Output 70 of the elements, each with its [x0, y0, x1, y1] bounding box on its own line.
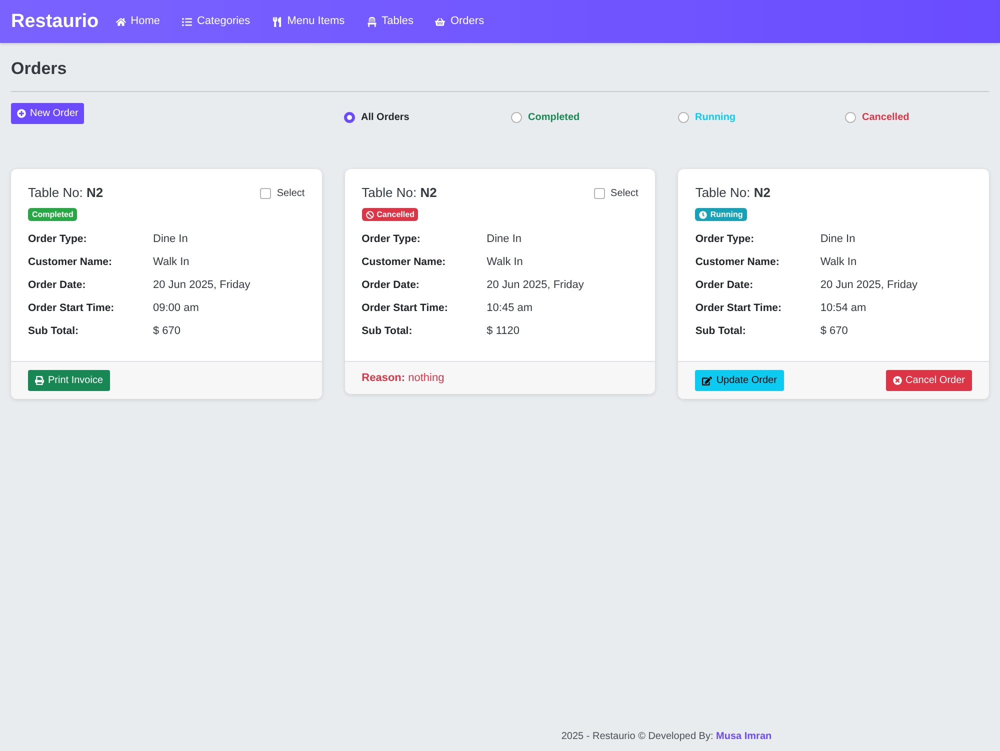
- edit-icon: [702, 376, 712, 386]
- filter-radio[interactable]: [511, 112, 522, 123]
- filter-label[interactable]: Cancelled: [862, 110, 910, 125]
- status-text: Running: [710, 210, 743, 220]
- filter-radio[interactable]: [845, 112, 856, 123]
- field-label: Order Start Time:: [695, 300, 782, 316]
- field-label: Customer Name:: [695, 254, 780, 270]
- field-value: $ 670: [153, 324, 181, 340]
- field-label: Order Type:: [695, 232, 756, 247]
- field-value: Dine In: [153, 232, 188, 248]
- nav-link[interactable]: Home: [116, 13, 160, 30]
- field-label: Sub Total:: [362, 324, 414, 339]
- filter-label[interactable]: Completed: [528, 110, 580, 125]
- select-label: Select: [276, 186, 305, 200]
- ban-icon: [366, 210, 374, 218]
- status-text: Completed: [32, 210, 74, 220]
- field-label: Customer Name:: [28, 254, 114, 270]
- field-value: Dine In: [820, 232, 856, 248]
- status-text: Cancelled: [376, 210, 414, 220]
- brand-logo[interactable]: Restaurio: [11, 10, 99, 32]
- filter-radio[interactable]: [678, 112, 689, 123]
- field-label: Order Date:: [28, 278, 87, 293]
- field-value: 20 Jun 2025, Friday: [820, 278, 918, 294]
- field-value: Dine In: [486, 232, 522, 248]
- field-value: 09:00 am: [153, 301, 199, 316]
- table-number-title: Table No: N2: [28, 185, 104, 201]
- table-number-title: Table No: N2: [695, 185, 770, 201]
- cancel-order-button[interactable]: Cancel Order: [886, 370, 972, 391]
- field-value: Walk In: [153, 255, 190, 270]
- home-icon: [116, 16, 126, 26]
- field-label: Order Date:: [695, 278, 754, 293]
- field-label: Order Start Time:: [28, 300, 116, 316]
- field-label: Order Type:: [362, 232, 422, 247]
- field-label: Order Date:: [362, 278, 420, 293]
- field-value: Walk In: [820, 255, 857, 270]
- nav-link[interactable]: Tables: [366, 13, 414, 30]
- basket-icon: [435, 16, 446, 26]
- select-label: Select: [610, 186, 638, 200]
- filter-radio[interactable]: [344, 112, 355, 123]
- field-value: Walk In: [486, 255, 523, 270]
- nav-link[interactable]: Categories: [182, 13, 250, 30]
- update-order-button[interactable]: Update Order: [695, 370, 784, 391]
- clock-icon: [699, 210, 708, 218]
- nav-link[interactable]: Orders: [435, 13, 484, 30]
- field-value: 20 Jun 2025, Friday: [153, 278, 250, 294]
- select-checkbox[interactable]: [594, 188, 605, 198]
- page-title: Orders: [11, 59, 67, 79]
- select-checkbox[interactable]: [260, 188, 271, 198]
- cancel-reason-text: Reason: nothing: [362, 371, 444, 386]
- copyright-text: 2025 - Restaurio © Developed By: Musa Imran: [561, 730, 772, 744]
- author-link[interactable]: Musa Imran: [716, 731, 772, 742]
- field-label: Order Type:: [28, 232, 88, 247]
- field-value: $ 670: [820, 324, 848, 340]
- field-value: 10:45 am: [486, 301, 533, 316]
- table-number-title: Table No: N2: [362, 185, 437, 201]
- field-value: $ 1120: [486, 324, 520, 340]
- new-order-button[interactable]: New Order: [11, 103, 84, 124]
- fork-knife-icon: [272, 16, 282, 26]
- field-label: Sub Total:: [695, 324, 747, 339]
- chair-icon: [366, 16, 377, 26]
- nav-link[interactable]: Menu Items: [272, 13, 345, 30]
- field-value: 10:54 am: [820, 301, 866, 316]
- field-label: Customer Name:: [362, 254, 447, 270]
- printer-icon: [35, 376, 44, 385]
- list-icon: [182, 16, 192, 26]
- field-value: 20 Jun 2025, Friday: [486, 278, 584, 294]
- print-invoice-button[interactable]: Print Invoice: [28, 370, 110, 391]
- field-label: Order Start Time:: [362, 300, 449, 316]
- field-label: Sub Total:: [28, 324, 80, 339]
- filter-label[interactable]: All Orders: [361, 110, 410, 125]
